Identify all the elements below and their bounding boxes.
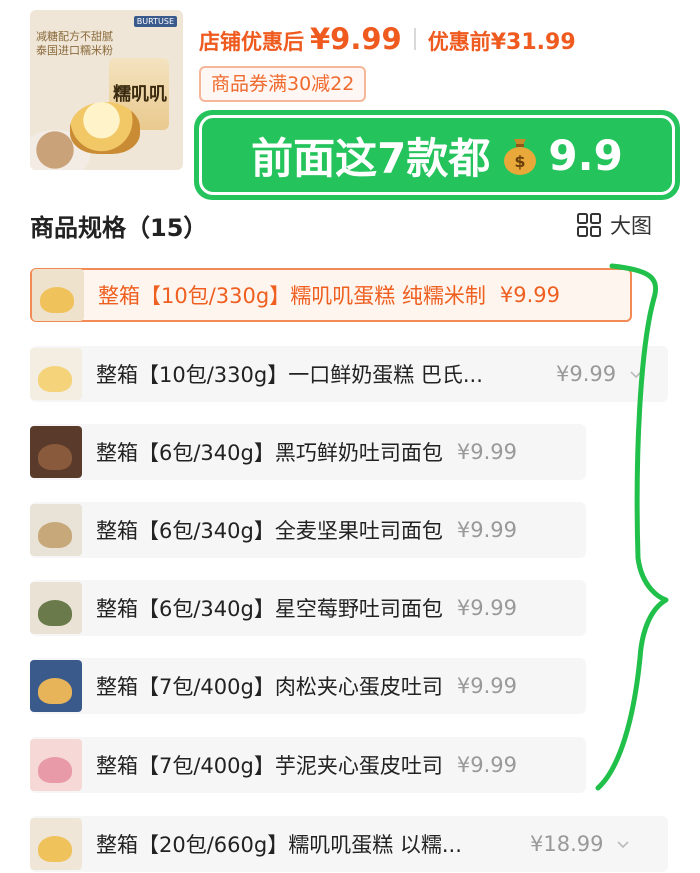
sku-thumbnail — [30, 426, 82, 478]
sku-option[interactable]: 整箱【6包/340g】星空莓野吐司面包 ¥9.99 — [30, 580, 586, 636]
large-view-toggle[interactable]: 大图 — [576, 210, 652, 240]
sku-option[interactable]: 整箱【10包/330g】一口鲜奶蛋糕 巴氏... ¥9.99 — [30, 346, 668, 402]
before-discount-label: 优惠前 — [427, 30, 491, 54]
price-summary: 店铺优惠后 ¥9.99 优惠前 ¥31.99 — [199, 22, 576, 56]
product-main-image[interactable]: 减糖配方不甜腻 泰国进口糯米粉 BURTUSE 糯叽叽 — [30, 10, 183, 170]
sku-thumbnail — [30, 348, 82, 400]
cake-image — [70, 102, 140, 154]
thumb-headline: 减糖配方不甜腻 泰国进口糯米粉 — [36, 30, 113, 57]
sku-name: 整箱【6包/340g】全麦坚果吐司面包 — [96, 519, 443, 543]
sku-name: 整箱【10包/330g】糯叽叽蛋糕 纯糯米制 — [98, 284, 486, 308]
money-bag-icon: $ — [504, 139, 537, 175]
after-discount-label: 店铺优惠后 — [199, 30, 304, 54]
sku-name: 整箱【6包/340g】黑巧鲜奶吐司面包 — [96, 441, 443, 465]
sku-thumbnail — [30, 818, 82, 870]
svg-text:$: $ — [515, 152, 526, 171]
sku-price: ¥9.99 — [456, 596, 517, 620]
sku-price: ¥9.99 — [556, 362, 617, 386]
large-view-label: 大图 — [610, 214, 652, 238]
divider — [413, 28, 416, 50]
promo-banner-price: 9.9 — [548, 130, 623, 180]
sku-option[interactable]: 整箱【20包/660g】糯叽叽蛋糕 以糯... ¥18.99 — [30, 816, 668, 872]
sku-price: ¥9.99 — [456, 440, 517, 464]
promo-banner: 前面这7款都 $ 9.9 — [194, 110, 680, 200]
sku-price: ¥18.99 — [530, 832, 604, 856]
chevron-down-icon[interactable] — [615, 836, 631, 852]
chevron-down-icon[interactable] — [628, 366, 644, 382]
sku-price: ¥9.99 — [456, 674, 517, 698]
spec-section-title: 商品规格（15） — [30, 214, 208, 242]
sku-price: ¥9.99 — [456, 518, 517, 542]
sku-price: ¥9.99 — [456, 753, 517, 777]
sku-thumbnail — [32, 269, 84, 321]
before-discount-price: ¥31.99 — [490, 30, 576, 55]
sku-thumbnail — [30, 739, 82, 791]
sku-name: 整箱【6包/340g】星空莓野吐司面包 — [96, 597, 443, 621]
promo-banner-text: 前面这7款都 — [251, 133, 491, 183]
sku-option[interactable]: 整箱【7包/400g】肉松夹心蛋皮吐司 ¥9.99 — [30, 658, 586, 714]
sku-thumbnail — [30, 504, 82, 556]
coupon-badge[interactable]: 商品券满30减22 — [199, 66, 367, 102]
sku-option[interactable]: 整箱【6包/340g】黑巧鲜奶吐司面包 ¥9.99 — [30, 424, 586, 480]
sku-name: 整箱【10包/330g】一口鲜奶蛋糕 巴氏... — [96, 363, 483, 387]
sku-thumbnail — [30, 660, 82, 712]
sku-option[interactable]: 整箱【6包/340g】全麦坚果吐司面包 ¥9.99 — [30, 502, 586, 558]
sku-option[interactable]: 整箱【10包/330g】糯叽叽蛋糕 纯糯米制 ¥9.99 — [30, 268, 632, 322]
grid-icon — [577, 213, 601, 237]
after-discount-price: ¥9.99 — [310, 22, 402, 56]
sku-name: 整箱【7包/400g】肉松夹心蛋皮吐司 — [96, 675, 443, 699]
sku-thumbnail — [30, 582, 82, 634]
sku-name: 整箱【7包/400g】芋泥夹心蛋皮吐司 — [96, 754, 443, 778]
sku-price: ¥9.99 — [499, 283, 561, 307]
brand-tag: BURTUSE — [133, 16, 177, 27]
sku-option[interactable]: 整箱【7包/400g】芋泥夹心蛋皮吐司 ¥9.99 — [30, 737, 586, 793]
curly-bracket-annotation — [595, 263, 669, 791]
promo-banner-inner: 前面这7款都 $ 9.9 — [199, 115, 675, 195]
sku-name: 整箱【20包/660g】糯叽叽蛋糕 以糯... — [96, 833, 462, 857]
